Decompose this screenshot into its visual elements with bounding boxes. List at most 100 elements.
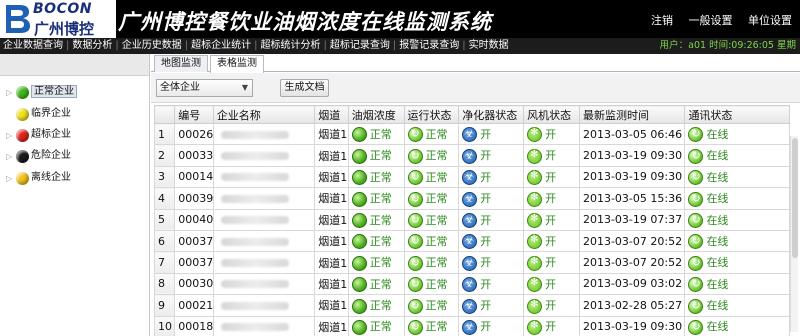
fan-icon	[527, 319, 543, 335]
table-row[interactable]: 500040烟道1正常正常开开2013-03-19 07:37在线	[153, 208, 790, 231]
comm-status: 在线	[684, 272, 790, 296]
comm-status: 在线	[684, 315, 790, 336]
run-status: 正常	[403, 272, 460, 296]
nav-over-limit-stats[interactable]: 超标企业统计	[188, 38, 254, 54]
table-row[interactable]: 1000018烟道1正常正常开开2013-03-19 09:30在线	[153, 315, 790, 336]
expand-arrow-icon[interactable]: ▷	[6, 83, 16, 103]
sidebar-item-over-limit[interactable]: ▷ 超标企业	[6, 125, 71, 145]
fan-status: 开	[523, 315, 580, 336]
enterprise-name-redacted	[212, 251, 316, 274]
column-header[interactable]: 企业名称	[212, 105, 316, 124]
refresh-status-icon	[407, 148, 423, 164]
enterprise-name-redacted	[212, 208, 316, 231]
sidebar-item-danger[interactable]: ▷ 危险企业	[6, 146, 71, 166]
nav-data-analysis[interactable]: 数据分析	[69, 38, 115, 54]
flue-name: 烟道1	[314, 294, 349, 317]
table-row[interactable]: 700037烟道1正常正常开开2013-03-07 20:52在线	[153, 251, 790, 274]
concentration-status: 正常	[347, 208, 405, 231]
run-status: 正常	[403, 187, 460, 210]
tab-table-monitoring[interactable]: 表格监测	[210, 55, 264, 73]
refresh-status-icon	[407, 255, 423, 271]
last-monitor-time: 2013-03-07 20:52	[578, 229, 686, 253]
table-row[interactable]: 800030烟道1正常正常开开2013-03-09 03:02在线	[153, 272, 790, 296]
column-header[interactable]: 编号	[174, 105, 214, 124]
table-row[interactable]: 300014烟道1正常正常开开2013-03-19 09:30在线	[153, 165, 790, 189]
online-icon	[688, 298, 704, 314]
fan-status: 开	[523, 251, 580, 274]
enterprise-id: 00030	[174, 272, 214, 296]
nav-alarm-records[interactable]: 报警记录查询	[396, 38, 462, 54]
column-header[interactable]: 烟道	[314, 105, 349, 124]
fan-icon	[527, 170, 543, 186]
offline-status-icon	[16, 171, 29, 185]
flue-name: 烟道1	[314, 208, 349, 231]
status-ok-icon	[351, 170, 367, 186]
nav-over-limit-records[interactable]: 超标记录查询	[327, 38, 393, 54]
generate-document-button[interactable]: 生成文档	[280, 79, 329, 97]
column-header[interactable]: 净化器状态	[458, 105, 525, 124]
table-row[interactable]: 600037烟道1正常正常开开2013-03-07 20:52在线	[153, 229, 790, 253]
table-row[interactable]: 100026烟道1正常正常开开2013-03-05 06:46在线	[153, 122, 790, 146]
logo-english: BOCON	[33, 1, 92, 17]
tab-map-monitoring[interactable]: 地图监测	[154, 55, 208, 72]
nav-realtime-data[interactable]: 实时数据	[466, 38, 512, 54]
status-ok-icon	[351, 234, 367, 250]
row-number: 3	[153, 165, 176, 189]
redacted-text	[220, 301, 289, 310]
enterprise-name-redacted	[212, 272, 316, 296]
column-header[interactable]: 油烟浓度	[347, 105, 405, 124]
expand-arrow-icon[interactable]: ▷	[6, 126, 16, 146]
enterprise-filter-select[interactable]: 全体企业 ▼	[156, 79, 253, 97]
unit-settings-link[interactable]: 单位设置	[748, 14, 792, 27]
sidebar-item-label: 临界企业	[31, 108, 71, 119]
table-header-row: 编号 企业名称 烟道 油烟浓度 运行状态 净化器状态 风机状态 最新监测时间 通…	[153, 105, 790, 124]
table-row[interactable]: 200033烟道1正常正常开开2013-03-19 09:30在线	[153, 144, 790, 167]
fan-status: 开	[523, 272, 580, 296]
sidebar-item-offline[interactable]: ▷ 离线企业	[6, 168, 71, 188]
status-ok-icon	[351, 213, 367, 228]
logout-link[interactable]: 注销	[651, 14, 673, 27]
flue-name: 烟道1	[314, 165, 349, 189]
comm-status: 在线	[684, 165, 790, 189]
enterprise-name-redacted	[212, 122, 316, 146]
flue-name: 烟道1	[314, 187, 349, 210]
enterprise-name-redacted	[212, 229, 316, 253]
purifier-icon	[462, 277, 478, 293]
refresh-status-icon	[407, 234, 423, 250]
vertical-scrollbar[interactable]	[790, 136, 798, 332]
last-monitor-time: 2013-03-07 20:52	[578, 251, 686, 274]
enterprise-name-redacted	[212, 187, 316, 210]
column-header[interactable]: 风机状态	[523, 105, 580, 124]
purifier-icon	[462, 255, 478, 271]
run-status: 正常	[403, 251, 460, 274]
column-header[interactable]: 最新监测时间	[578, 105, 686, 124]
redacted-text	[220, 152, 289, 161]
fan-status: 开	[523, 187, 580, 210]
status-ok-icon	[351, 255, 367, 271]
nav-enterprise-query[interactable]: 企业数据查询	[0, 38, 66, 54]
column-header[interactable]: 运行状态	[403, 105, 460, 124]
last-monitor-time: 2013-03-19 09:30	[578, 144, 686, 167]
status-ok-icon	[351, 191, 367, 207]
online-icon	[688, 234, 704, 250]
nav-history-data[interactable]: 企业历史数据	[119, 38, 185, 54]
row-number: 2	[153, 144, 176, 167]
expand-arrow-icon[interactable]: ▷	[6, 169, 16, 189]
concentration-status: 正常	[347, 272, 405, 296]
comm-status: 在线	[684, 144, 790, 167]
scrollbar-thumb[interactable]	[792, 138, 798, 258]
table-row[interactable]: 400039烟道1正常正常开开2013-03-05 15:36在线	[153, 187, 790, 210]
column-header[interactable]: 通讯状态	[684, 105, 790, 124]
sidebar-item-normal[interactable]: ▷ 正常企业	[6, 82, 77, 102]
expand-arrow-icon[interactable]: ▷	[6, 147, 16, 167]
table-row[interactable]: 900021烟道1正常正常开开2013-02-28 05:27在线	[153, 294, 790, 317]
redacted-text	[220, 194, 289, 203]
sidebar-item-label: 超标企业	[31, 129, 71, 140]
online-icon	[688, 277, 704, 293]
nav-over-limit-analysis[interactable]: 超标统计分析	[258, 38, 324, 54]
purifier-status: 开	[458, 251, 525, 274]
purifier-status: 开	[458, 229, 525, 253]
sidebar-item-critical[interactable]: 临界企业	[6, 104, 71, 124]
general-settings-link[interactable]: 一般设置	[689, 14, 733, 27]
last-monitor-time: 2013-03-19 09:30	[578, 165, 686, 189]
